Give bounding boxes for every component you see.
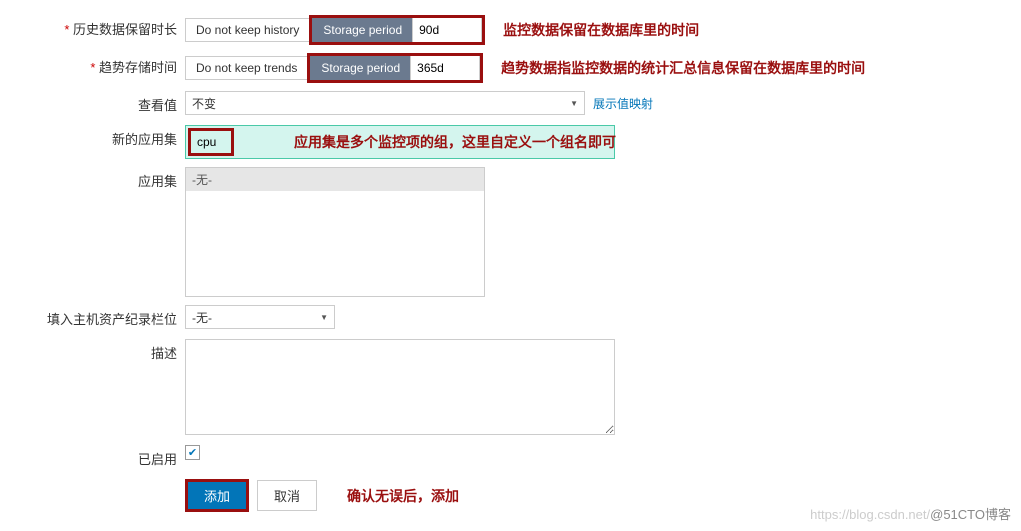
host-inventory-field: -无- <box>185 305 335 329</box>
enabled-row: 已启用 ✔ <box>0 445 1021 471</box>
history-no-keep-button[interactable]: Do not keep history <box>185 18 309 42</box>
history-storage-period-button[interactable]: Storage period <box>312 18 413 42</box>
description-field <box>185 339 615 435</box>
enabled-field: ✔ <box>185 445 200 460</box>
submit-button[interactable]: 添加 <box>185 479 249 512</box>
history-highlight-box: Storage period <box>309 15 485 45</box>
buttons-spacer <box>0 479 185 483</box>
new-app-field: 应用集是多个监控项的组，这里自定义一个组名即可 <box>185 125 615 159</box>
enabled-label: 已启用 <box>0 445 185 468</box>
app-set-none-item[interactable]: -无- <box>186 168 484 191</box>
description-row: 描述 <box>0 339 1021 435</box>
trends-storage-period-button[interactable]: Storage period <box>310 56 411 80</box>
app-set-listbox[interactable]: -无- <box>185 167 485 297</box>
trends-annotation: 趋势数据指监控数据的统计汇总信息保留在数据库里的时间 <box>501 58 865 78</box>
app-set-label: 应用集 <box>0 167 185 190</box>
description-label: 描述 <box>0 339 185 362</box>
host-inventory-row: 填入主机资产纪录栏位 -无- <box>0 305 1021 331</box>
trends-label: 趋势存储时间 <box>0 53 185 76</box>
new-app-label: 新的应用集 <box>0 125 185 148</box>
trends-value-input[interactable] <box>410 56 480 80</box>
new-app-input[interactable] <box>188 128 234 156</box>
host-inventory-label: 填入主机资产纪录栏位 <box>0 305 185 328</box>
trends-no-keep-button[interactable]: Do not keep trends <box>185 56 307 80</box>
view-value-field: 不变 展示值映射 <box>185 91 653 115</box>
trends-highlight-box: Storage period <box>307 53 483 83</box>
view-value-row: 查看值 不变 展示值映射 <box>0 91 1021 117</box>
watermark: https://blog.csdn.net/@51CTO博客 <box>810 504 1011 523</box>
history-field: Do not keep history Storage period 监控数据保… <box>185 15 699 45</box>
app-set-field: -无- <box>185 167 485 297</box>
cancel-button[interactable]: 取消 <box>257 480 317 511</box>
watermark-author: @51CTO博客 <box>930 507 1011 522</box>
new-app-annotation: 应用集是多个监控项的组，这里自定义一个组名即可 <box>294 132 616 152</box>
show-value-mapping-link[interactable]: 展示值映射 <box>593 95 653 112</box>
submit-annotation: 确认无误后，添加 <box>347 486 459 506</box>
app-set-row: 应用集 -无- <box>0 167 1021 297</box>
enabled-checkbox[interactable]: ✔ <box>185 445 200 460</box>
host-inventory-select[interactable]: -无- <box>185 305 335 329</box>
history-annotation: 监控数据保留在数据库里的时间 <box>503 20 699 40</box>
history-row: 历史数据保留时长 Do not keep history Storage per… <box>0 15 1021 45</box>
history-label: 历史数据保留时长 <box>0 15 185 38</box>
new-app-row: 新的应用集 应用集是多个监控项的组，这里自定义一个组名即可 <box>0 125 1021 159</box>
view-value-label: 查看值 <box>0 91 185 114</box>
history-value-input[interactable] <box>412 18 482 42</box>
description-textarea[interactable] <box>185 339 615 435</box>
view-value-selected: 不变 <box>192 95 216 112</box>
watermark-url: https://blog.csdn.net/ <box>810 507 930 522</box>
trends-row: 趋势存储时间 Do not keep trends Storage period… <box>0 53 1021 83</box>
trends-field: Do not keep trends Storage period 趋势数据指监… <box>185 53 865 83</box>
view-value-select[interactable]: 不变 <box>185 91 585 115</box>
buttons-field: 添加 取消 确认无误后，添加 <box>185 479 459 512</box>
host-inventory-selected: -无- <box>192 309 212 326</box>
